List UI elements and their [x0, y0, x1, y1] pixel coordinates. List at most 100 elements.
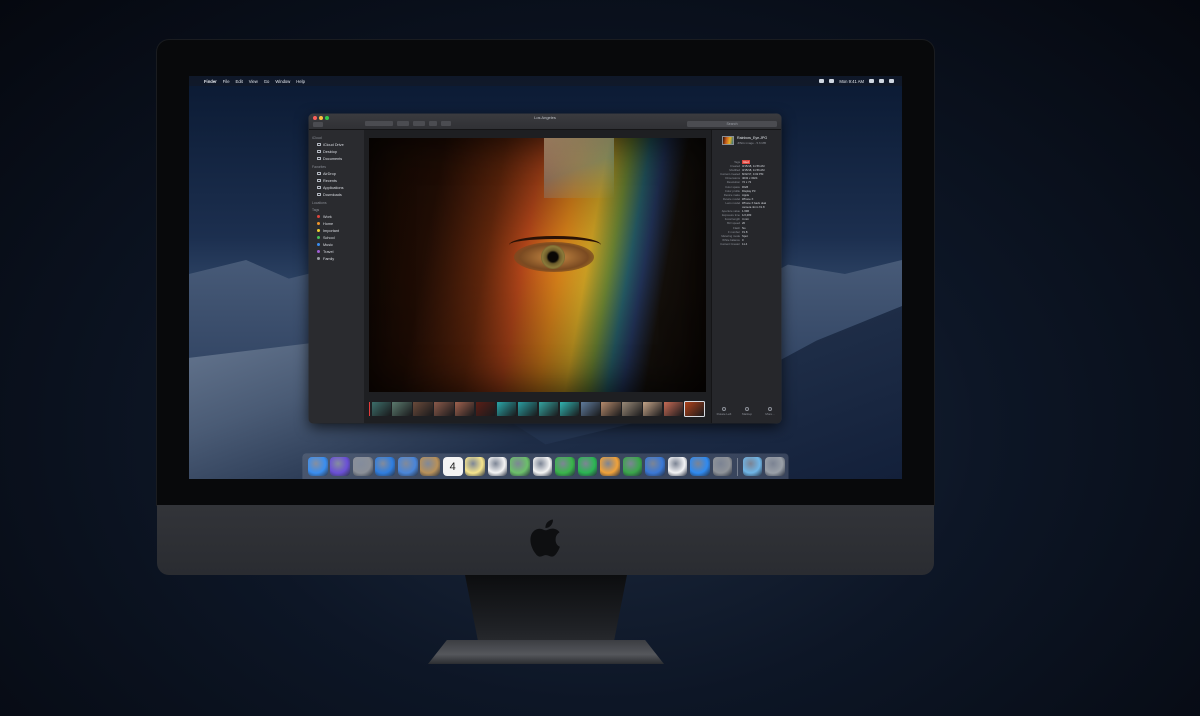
- sidebar-item[interactable]: Travel: [312, 248, 364, 255]
- finder-icon[interactable]: [308, 456, 328, 477]
- sidebar-item[interactable]: Recents: [312, 177, 364, 184]
- search-input[interactable]: Search: [687, 120, 777, 127]
- sidebar-item-label: Important: [323, 228, 340, 233]
- imac-stand-neck: [465, 575, 627, 647]
- podium-icon[interactable]: [645, 456, 665, 477]
- sidebar-item-label: School: [323, 235, 335, 240]
- map-icon[interactable]: [510, 456, 530, 477]
- sidebar-item[interactable]: School: [312, 234, 364, 241]
- sidebar-item-label: AirDrop: [323, 171, 336, 176]
- tag-dot-icon: [317, 222, 320, 225]
- thumbnail[interactable]: [622, 402, 642, 416]
- menu-app-name[interactable]: Finder: [204, 79, 217, 84]
- sidebar-item-label: iCloud Drive: [323, 142, 344, 147]
- back-forward-button[interactable]: [313, 122, 323, 127]
- music-note-icon[interactable]: [667, 456, 688, 477]
- sidebar-item[interactable]: Family: [312, 255, 364, 262]
- thumbnail[interactable]: [601, 402, 621, 416]
- thumbnail[interactable]: [496, 402, 517, 416]
- menu-view[interactable]: View: [249, 79, 258, 84]
- wifi-icon[interactable]: [819, 79, 825, 83]
- sidebar-heading: Favorites: [312, 165, 326, 169]
- calendar-icon[interactable]: 4: [442, 456, 463, 477]
- finder-window: Los Angeles Search iCloud iCloud Drive Des…: [309, 114, 781, 423]
- sidebar-item[interactable]: Documents: [312, 155, 364, 162]
- iris: [541, 245, 565, 269]
- flower-icon[interactable]: [532, 456, 553, 477]
- trash-icon[interactable]: [765, 456, 785, 477]
- compass-icon[interactable]: [375, 456, 396, 477]
- metadata-list: Tags Red Created 3/15/18, 11:56 AM Modified 3…: [712, 160, 781, 246]
- thumbnail[interactable]: [643, 402, 663, 416]
- sidebar-item-label: Desktop: [323, 149, 337, 154]
- stamp-icon[interactable]: [397, 456, 418, 477]
- rotate-left-action[interactable]: Rotate Left: [716, 407, 732, 416]
- action-gear-button[interactable]: [413, 121, 425, 126]
- applications-icon: [317, 186, 321, 189]
- group-button[interactable]: [397, 121, 409, 126]
- more-action[interactable]: More...: [762, 407, 778, 416]
- sidebar-item[interactable]: iCloud Drive: [312, 141, 364, 148]
- rotate-left-icon: [722, 407, 726, 411]
- airplay-icon[interactable]: [829, 79, 835, 83]
- sidebar-item[interactable]: Music: [312, 241, 364, 248]
- sidebar-item[interactable]: Work: [312, 213, 364, 220]
- pen-icon[interactable]: [600, 456, 620, 477]
- metadata-value: 11.4: [742, 242, 747, 246]
- file-name: Rainbow_Eye.JPG: [737, 136, 768, 140]
- sidebar-heading: Tags: [312, 208, 320, 212]
- contacts-icon[interactable]: [420, 456, 441, 477]
- menubar-clock[interactable]: Mon 9:41 AM: [839, 79, 864, 84]
- rocket-icon[interactable]: [352, 456, 373, 477]
- airdrop-icon: [317, 172, 321, 175]
- sidebar-item-label: Travel: [323, 249, 334, 254]
- thumbnail[interactable]: [392, 402, 412, 416]
- sidebar-item[interactable]: Important: [312, 227, 364, 234]
- share-button[interactable]: [429, 121, 437, 126]
- view-mode-buttons[interactable]: [365, 121, 393, 126]
- sidebar-item[interactable]: Applications: [312, 184, 364, 191]
- thumbnail[interactable]: [683, 401, 706, 417]
- thumbnail[interactable]: [434, 402, 454, 416]
- notification-center-icon[interactable]: [889, 79, 894, 83]
- tag-dot-icon: [317, 243, 320, 246]
- thumbnail[interactable]: [455, 402, 475, 416]
- thumbnail[interactable]: [538, 402, 559, 416]
- apple-logo-icon: [530, 519, 560, 557]
- menu-help[interactable]: Help: [296, 79, 305, 84]
- video-icon[interactable]: [577, 456, 598, 477]
- list-icon[interactable]: [487, 456, 508, 477]
- thumbnail[interactable]: [559, 402, 579, 416]
- appstore-icon[interactable]: [690, 456, 710, 477]
- tag-dot-icon: [317, 229, 320, 232]
- more-icon: [768, 407, 772, 411]
- sidebar-item[interactable]: Desktop: [312, 148, 364, 155]
- preview-image[interactable]: [369, 138, 706, 392]
- tags-button[interactable]: [441, 121, 451, 126]
- sidebar-heading: iCloud: [312, 136, 322, 140]
- menu-window[interactable]: Window: [275, 79, 290, 84]
- spotlight-icon[interactable]: [869, 79, 874, 83]
- notes-icon[interactable]: [465, 456, 485, 477]
- sidebar-item[interactable]: Home: [312, 220, 364, 227]
- sidebar-item[interactable]: Downloads: [312, 191, 364, 198]
- menu-edit[interactable]: Edit: [236, 79, 243, 84]
- thumbnail[interactable]: [476, 402, 496, 416]
- folder-icon[interactable]: [742, 456, 763, 477]
- clock-icon: [317, 179, 321, 182]
- thumbnail[interactable]: [517, 402, 538, 416]
- siri-menubar-icon[interactable]: [879, 79, 884, 83]
- bars-icon[interactable]: [622, 456, 643, 477]
- thumbnail[interactable]: [413, 402, 433, 416]
- gear-icon[interactable]: [712, 456, 733, 477]
- markup-action[interactable]: Markup: [739, 407, 755, 416]
- thumbnail[interactable]: [371, 402, 391, 416]
- chat-icon[interactable]: [555, 456, 575, 477]
- sidebar-item[interactable]: AirDrop: [312, 170, 364, 177]
- siri-icon[interactable]: [330, 456, 351, 477]
- thumbnail[interactable]: [580, 402, 600, 416]
- thumbnail[interactable]: [664, 402, 684, 416]
- menu-file[interactable]: File: [223, 79, 230, 84]
- cloud-icon: [317, 143, 321, 146]
- menu-go[interactable]: Go: [264, 79, 270, 84]
